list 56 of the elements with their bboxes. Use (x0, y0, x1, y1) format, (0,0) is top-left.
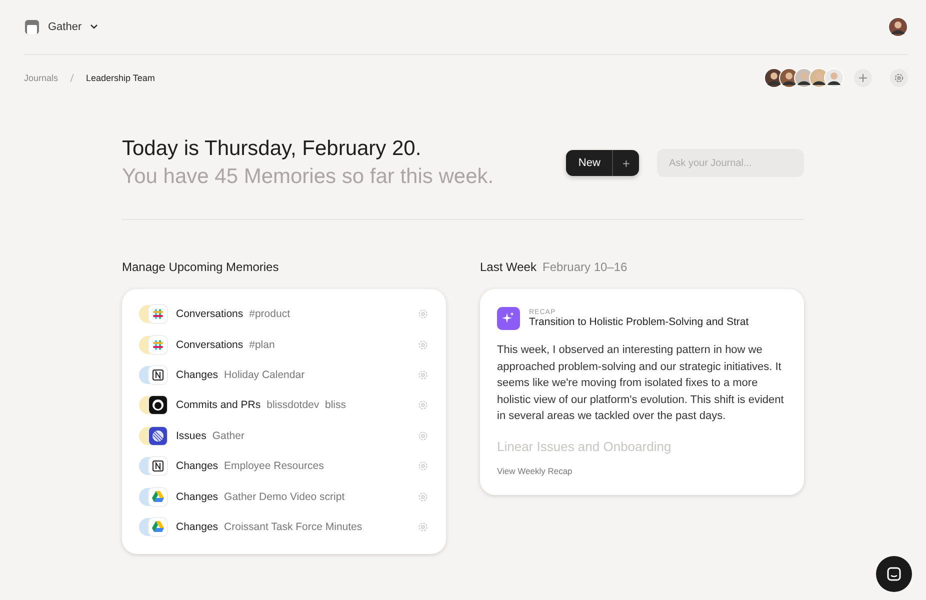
memory-type: Conversations (176, 308, 244, 320)
chat-icon (886, 566, 902, 582)
settings-icon (894, 73, 904, 83)
memory-source: Employee Resources (224, 460, 325, 472)
document-n-icon (152, 368, 164, 381)
settings-icon[interactable] (418, 430, 428, 441)
memory-source: Gather (212, 430, 246, 442)
recap-title: Transition to Holistic Problem-Solving and Strat (529, 316, 749, 328)
add-member-button[interactable] (854, 69, 872, 87)
breadcrumb-link[interactable]: Leadership Team (86, 73, 155, 83)
hash-logo-icon (152, 308, 164, 320)
settings-icon[interactable] (418, 370, 428, 380)
sparkle-icon (497, 307, 520, 330)
memory-type: Issues (176, 430, 206, 442)
chevron-down-icon[interactable] (90, 24, 98, 30)
new-button[interactable]: New (566, 150, 612, 176)
memory-source: Gather Demo Video script (224, 490, 346, 503)
settings-icon[interactable] (418, 522, 428, 532)
section-heading: Manage Upcoming Memories (122, 260, 279, 274)
hash-logo-icon (152, 338, 164, 351)
avatar-icon (824, 68, 844, 88)
settings-icon[interactable] (418, 309, 428, 320)
memory-type: Changes (176, 520, 218, 533)
ask-journal-field[interactable]: Ask your Journal... (657, 149, 804, 177)
memory-source: #plan (249, 338, 276, 351)
settings-icon[interactable] (418, 340, 428, 350)
triangle-logo-icon (152, 491, 164, 502)
plus-icon (859, 74, 867, 82)
memory-type: Commits and PRs (176, 399, 261, 412)
memory-type: Conversations (176, 338, 244, 351)
settings-icon[interactable] (418, 492, 428, 502)
recap-subheading: Linear Issues and Onboarding (497, 438, 672, 454)
memory-source: blissdotdev bliss (266, 399, 347, 412)
settings-button[interactable] (890, 69, 908, 87)
memory-type: Changes (176, 460, 218, 472)
add-button[interactable]: + (612, 150, 639, 176)
triangle-logo-icon (152, 521, 164, 532)
recap-text: This week, I observed an interesting pattern in how we approached problem-solving and our strategic initiatives. It seems like we're moving from isolated fixes to a more holistic view of our platform's evolution. This shift is evident in several areas we tackled over the past days. (497, 343, 785, 424)
workspace-name[interactable]: Gather (48, 21, 82, 33)
memory-source: #product (249, 308, 291, 320)
workspace-logo-icon (24, 19, 40, 35)
memory-source: Holiday Calendar (224, 368, 306, 381)
memory-type: Changes (176, 368, 218, 381)
chat-button[interactable] (876, 556, 912, 592)
document-n-icon (152, 460, 164, 472)
date-range: February 10–16 (542, 260, 628, 274)
settings-icon[interactable] (418, 400, 428, 410)
memory-source: Croissant Task Force Minutes (224, 520, 364, 533)
memories-summary: You have 45 Memories so far this week. (122, 164, 494, 190)
greeting-heading: Today is Thursday, February 20. (122, 136, 422, 162)
memory-type: Changes (176, 490, 218, 503)
settings-icon[interactable] (418, 461, 428, 472)
user-avatar-icon (888, 17, 908, 37)
separator-icon (70, 74, 74, 82)
section-heading: Last Week (480, 260, 536, 274)
view-recap-link[interactable]: View Weekly Recap (497, 466, 572, 476)
